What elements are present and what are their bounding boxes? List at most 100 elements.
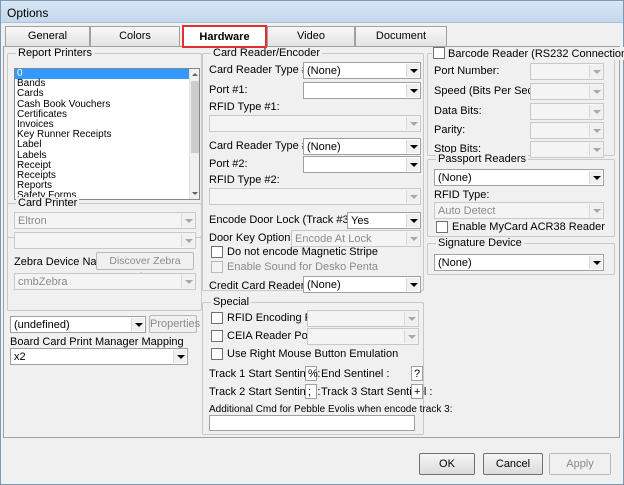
ceia-port-checkbox[interactable] (211, 330, 223, 342)
chevron-down-icon (406, 84, 419, 97)
card-reader-type2-select[interactable]: (None) (303, 138, 421, 155)
options-window: Options General Colors Document Scanner … (0, 0, 624, 485)
tab-colors[interactable]: Colors (90, 26, 180, 46)
track3-input[interactable]: + (411, 384, 423, 399)
chevron-down-icon (406, 64, 419, 77)
credit-card-select[interactable]: (None) (303, 276, 421, 293)
list-item[interactable]: Key Runner Receipts (15, 129, 199, 140)
port-number-select[interactable] (530, 63, 604, 80)
port1-select[interactable] (303, 82, 421, 99)
door-lock-select[interactable]: Yes (347, 212, 421, 229)
chevron-down-icon (173, 350, 186, 363)
mycard-label: Enable MyCard ACR38 Reader (452, 221, 605, 233)
speed-select[interactable] (530, 83, 604, 100)
chevron-down-icon (589, 143, 602, 156)
data-bits-label: Data Bits: (434, 105, 482, 117)
chevron-down-icon (589, 171, 602, 184)
chevron-down-icon (589, 105, 602, 118)
door-key-select[interactable]: Encode At Lock (291, 230, 421, 247)
credit-card-label: Credit Card Reader: (209, 280, 308, 292)
desko-sound-checkbox[interactable] (211, 261, 223, 273)
card-printer-group: Card Printer Eltron Zebra Device Name: D… (7, 197, 202, 311)
rfid1-label: RFID Type #1: (209, 101, 280, 113)
chevron-down-icon (181, 234, 194, 247)
scroll-thumb[interactable] (191, 81, 199, 153)
parity-select[interactable] (530, 122, 604, 139)
list-scrollbar[interactable] (189, 69, 199, 199)
track1-input[interactable]: % (305, 366, 318, 381)
ceia-port-select[interactable] (307, 328, 419, 345)
chevron-down-icon (406, 140, 419, 153)
signature-group: Signature Device (None) (427, 237, 615, 275)
barcode-label: Barcode Reader (RS232 Connection) (448, 48, 624, 60)
chevron-down-icon (404, 330, 417, 343)
rfid2-select[interactable] (209, 188, 421, 205)
card-reader-type1-select[interactable]: (None) (303, 62, 421, 79)
credit-card-value: (None) (307, 279, 341, 291)
title-bar: Options (1, 1, 623, 23)
rfid-port-checkbox[interactable] (211, 312, 223, 324)
passport-group: Passport Readers (None) RFID Type: Auto … (427, 153, 615, 237)
track1-value: % (308, 368, 318, 380)
ceia-port-label: CEIA Reader Port: (227, 330, 318, 342)
right-mouse-checkbox[interactable] (211, 348, 223, 360)
card-printer-value: Eltron (18, 215, 47, 227)
list-item[interactable]: Label (15, 140, 199, 150)
port2-select[interactable] (303, 156, 421, 173)
undefined-select[interactable]: (undefined) (10, 316, 146, 333)
passport-label: Passport Readers (436, 153, 529, 165)
scroll-down-icon[interactable] (190, 188, 199, 199)
card-reader-type2-value: (None) (307, 141, 341, 153)
rfid-type-label: RFID Type: (434, 189, 490, 201)
apply-button[interactable]: Apply (549, 453, 611, 475)
door-key-label: Door Key Options : (209, 232, 302, 244)
rfid-type-select[interactable]: Auto Detect (434, 202, 604, 219)
signature-select[interactable]: (None) (434, 254, 604, 271)
rfid1-select[interactable] (209, 115, 421, 132)
discover-zebra-button[interactable]: Discover Zebra Printer (96, 252, 194, 283)
end-sentinel-input[interactable]: ? (411, 366, 423, 381)
scroll-up-icon[interactable] (190, 69, 199, 80)
track2-input[interactable]: ; (305, 384, 317, 399)
chevron-down-icon (589, 256, 602, 269)
card-reader-type1-value: (None) (307, 65, 341, 77)
chevron-down-icon (181, 214, 194, 227)
stop-bits-select[interactable] (530, 141, 604, 158)
card-printer-second-select[interactable] (14, 232, 196, 249)
special-label: Special (211, 296, 252, 308)
passport-value: (None) (438, 172, 472, 184)
end-sentinel-value: ? (414, 368, 421, 380)
end-sentinel-label: End Sentinel : (321, 368, 390, 380)
chevron-down-icon (589, 85, 602, 98)
data-bits-select[interactable] (530, 103, 604, 120)
zebra-device-select[interactable]: cmbZebra (14, 273, 196, 290)
no-magnetic-checkbox[interactable] (211, 246, 223, 258)
signature-value: (None) (438, 257, 472, 269)
zebra-device-value: cmbZebra (18, 276, 68, 288)
properties-button[interactable]: Properties (149, 315, 200, 333)
tab-document-scanner[interactable]: Document Scanner (355, 26, 447, 61)
report-printers-list[interactable]: 0 Bands Cards Cash Book Vouchers Certifi… (14, 68, 200, 200)
barcode-checkbox[interactable] (433, 47, 445, 59)
chevron-down-icon (131, 318, 144, 331)
undefined-value: (undefined) (14, 319, 70, 331)
board-card-select[interactable]: x2 (10, 348, 188, 365)
tab-general[interactable]: General (5, 26, 90, 46)
passport-select[interactable]: (None) (434, 169, 604, 186)
pebble-input[interactable] (209, 415, 415, 431)
signature-label: Signature Device (436, 237, 524, 249)
track2-label: Track 2 Start Sentinel : (209, 386, 321, 398)
port-number-label: Port Number: (434, 65, 500, 77)
tab-video-parameters[interactable]: Video Parameters (267, 26, 355, 61)
card-reader-type1-label: Card Reader Type #1: (209, 64, 318, 76)
hardware-panel: Report Printers 0 Bands Cards Cash Book … (3, 46, 624, 438)
card-printer-select[interactable]: Eltron (14, 212, 196, 229)
cancel-button[interactable]: Cancel (483, 453, 543, 475)
ok-button[interactable]: OK (419, 453, 475, 475)
track1-label: Track 1 Start Sentinel : (209, 368, 321, 380)
tab-hardware[interactable]: Hardware (182, 25, 267, 48)
window-title: Options (7, 6, 49, 20)
right-mouse-label: Use Right Mouse Button Emulation (227, 348, 399, 360)
rfid-port-select[interactable] (307, 310, 419, 327)
mycard-checkbox[interactable] (436, 221, 448, 233)
